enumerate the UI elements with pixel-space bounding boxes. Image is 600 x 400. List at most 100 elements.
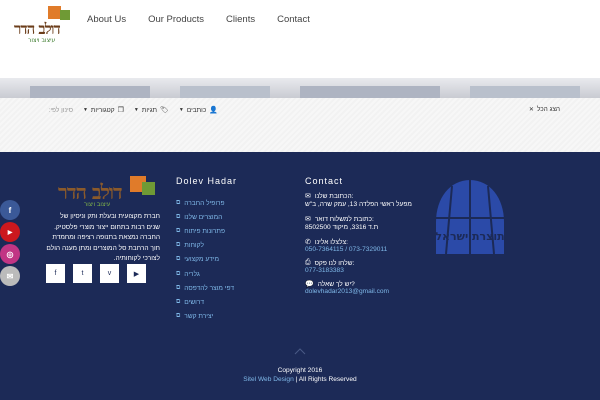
copy-icon: ❐: [117, 107, 124, 114]
footer-link[interactable]: ⧉ לקוחות: [176, 239, 234, 253]
fax-icon: ⎙: [305, 259, 311, 266]
footer-link[interactable]: ⧉ מידע מקצועי: [176, 253, 234, 267]
made-in-israel-emblem: תוצרת ישראל: [435, 180, 505, 255]
footer-link-label: מידע מקצועי: [184, 256, 220, 264]
filter-bar: 👤 כותבים ▼ 🏷 תגיות ▼ ❐ קטגוריות ▼ סינון …: [0, 98, 600, 152]
contact-column-title: Contact: [305, 176, 344, 186]
banner-shelf: [470, 86, 580, 98]
site-footer: דולב הדר עיצוב ויצור חברת מקצועית ובעלת …: [0, 152, 600, 400]
nav-our-products[interactable]: Our Products: [148, 14, 204, 25]
designer-link[interactable]: Sitel Web Design: [243, 376, 293, 383]
twitter-icon[interactable]: t: [73, 264, 92, 283]
square-bullet-icon: ⧉: [176, 284, 181, 291]
copyright: Copyright 2016 Sitel Web Design | All Ri…: [0, 366, 600, 384]
footer-link[interactable]: ⧉ פרופיל החברה: [176, 196, 234, 210]
copyright-credit: Sitel Web Design | All Rights Reserved: [0, 375, 600, 384]
question-label: יש לך שאלה?: [317, 280, 355, 288]
user-icon: 👤: [209, 107, 218, 114]
footer-link-label: לקוחות: [184, 242, 204, 250]
footer-logo-tagline: עיצוב ויצור: [84, 202, 111, 208]
logo-tagline: עיצוב ויצור: [28, 37, 56, 44]
footer-link-label: גלריה: [184, 270, 200, 278]
footer-link[interactable]: ⧉ דרושים: [176, 295, 234, 309]
copyright-line: Copyright 2016: [277, 367, 323, 374]
facebook-icon[interactable]: f: [46, 264, 65, 283]
chat-icon: 💬: [305, 281, 314, 288]
site-header: דולב הדר עיצוב ויצור About Us Our Produc…: [0, 0, 600, 78]
phone-link[interactable]: 050-7364115 / 073-7329011: [305, 246, 415, 253]
close-icon: ✕: [528, 107, 534, 113]
footer-link[interactable]: ⧉ יצירת קשר: [176, 310, 234, 324]
square-bullet-icon: ⧉: [176, 270, 181, 277]
vimeo-icon[interactable]: v: [100, 264, 119, 283]
square-bullet-icon: ⧉: [176, 199, 181, 206]
copyright-rest: | All Rights Reserved: [293, 376, 357, 383]
sort-label: סינון לפי:: [48, 106, 73, 114]
filter-tags[interactable]: 🏷 תגיות ▼: [134, 106, 169, 115]
banner-shelf: [30, 86, 150, 98]
youtube-icon[interactable]: ▶: [127, 264, 146, 283]
caret-down-icon: ▼: [178, 107, 184, 113]
footer-link[interactable]: ⧉ גלריה: [176, 267, 234, 281]
footer-link[interactable]: ⧉ המוצרים שלנו: [176, 210, 234, 224]
facebook-icon[interactable]: f: [0, 200, 20, 220]
square-bullet-icon: ⧉: [176, 213, 181, 220]
caret-down-icon: ▼: [82, 107, 88, 113]
links-column-title: Dolev Hadar: [176, 176, 238, 186]
side-social-bar: f ▶ ◎ ✉: [0, 200, 20, 288]
banner-shelf: [180, 86, 270, 98]
filter-categories-label: קטגוריות: [90, 106, 115, 114]
footer-logo: דולב הדר עיצוב ויצור: [58, 176, 158, 208]
site-logo[interactable]: דולב הדר עיצוב ויצור: [14, 6, 70, 44]
filter-group: 👤 כותבים ▼ 🏷 תגיות ▼ ❐ קטגוריות ▼ סינון …: [39, 106, 218, 115]
square-bullet-icon: ⧉: [176, 313, 181, 320]
address-value: מפעל ראשי הפלדה 13, עמק שרה, ב"ש: [305, 201, 412, 208]
contact-address: ✉ הכתובת שלנו: מפעל ראשי הפלדה 13, עמק שר…: [305, 192, 415, 209]
logo-square-green: [60, 10, 70, 20]
youtube-icon[interactable]: ▶: [0, 222, 20, 242]
footer-link-label: דרושים: [184, 298, 205, 306]
filter-categories[interactable]: ❐ קטגוריות ▼: [82, 106, 124, 115]
filter-authors[interactable]: 👤 כותבים ▼: [178, 106, 218, 115]
about-text: חברת מקצועית ובעלת ותק וניסיון של שנים ר…: [46, 213, 160, 262]
instagram-icon[interactable]: ◎: [0, 244, 20, 264]
footer-links: ⧉ פרופיל החברה ⧉ המוצרים שלנו ⧉ פתרונות פית…: [176, 196, 234, 324]
contact-phone: ✆ צלצלו אלינו: 050-7364115 / 073-7329011: [305, 238, 415, 254]
square-bullet-icon: ⧉: [176, 256, 181, 263]
mail-value: ת.ד 3316, מיקוד 8502500: [305, 224, 379, 231]
filter-authors-label: כותבים: [186, 106, 207, 114]
footer-link-label: המוצרים שלנו: [184, 213, 223, 221]
show-all-label: הצג הכל: [536, 106, 560, 113]
fax-label: שלחו לנו פקס:: [314, 259, 355, 267]
nav-clients[interactable]: Clients: [226, 14, 255, 25]
footer-link[interactable]: ⧉ דפי מוצר להדפסה: [176, 281, 234, 295]
footer-link-label: דפי מוצר להדפסה: [184, 284, 234, 292]
nav-about-us[interactable]: About Us: [87, 14, 126, 25]
scroll-top-icon[interactable]: [294, 347, 306, 355]
footer-link-label: פרופיל החברה: [184, 199, 225, 207]
email-link[interactable]: dolevhadar2013@gmail.com: [305, 288, 415, 295]
filter-tags-label: תגיות: [141, 106, 157, 114]
square-bullet-icon: ⧉: [176, 298, 181, 305]
hero-banner-strip: [0, 78, 600, 98]
contact-info: ✉ הכתובת שלנו: מפעל ראשי הפלדה 13, עמק שר…: [305, 192, 415, 301]
fax-link[interactable]: 077-3183383: [305, 267, 415, 274]
logo-square-green: [142, 182, 155, 195]
contact-mail: ✉ כתובת למשלוח דואר: ת.ד 3316, מיקוד 8502…: [305, 215, 415, 232]
address-label: הכתובת שלנו:: [314, 192, 354, 200]
footer-link-label: יצירת קשר: [184, 313, 214, 321]
footer-link[interactable]: ⧉ פתרונות פיתוח: [176, 224, 234, 238]
nav-contact[interactable]: Contact: [277, 14, 310, 25]
square-bullet-icon: ⧉: [176, 242, 181, 249]
phone-label: צלצלו אלינו:: [314, 238, 348, 246]
footer-social-row: f t v ▶: [46, 264, 154, 283]
main-nav: About Us Our Products Clients Contact: [87, 14, 332, 25]
mail-icon[interactable]: ✉: [0, 266, 20, 286]
show-all-button[interactable]: הצג הכל ✕: [529, 106, 560, 113]
envelope-icon: ✉: [305, 216, 311, 223]
contact-email: 💬 יש לך שאלה? dolevhadar2013@gmail.com: [305, 280, 415, 296]
phone-icon: ✆: [305, 239, 311, 246]
emblem-text: תוצרת ישראל: [435, 230, 504, 243]
contact-fax: ⎙ שלחו לנו פקס: 077-3183383: [305, 259, 415, 274]
banner-shelf: [300, 86, 440, 98]
